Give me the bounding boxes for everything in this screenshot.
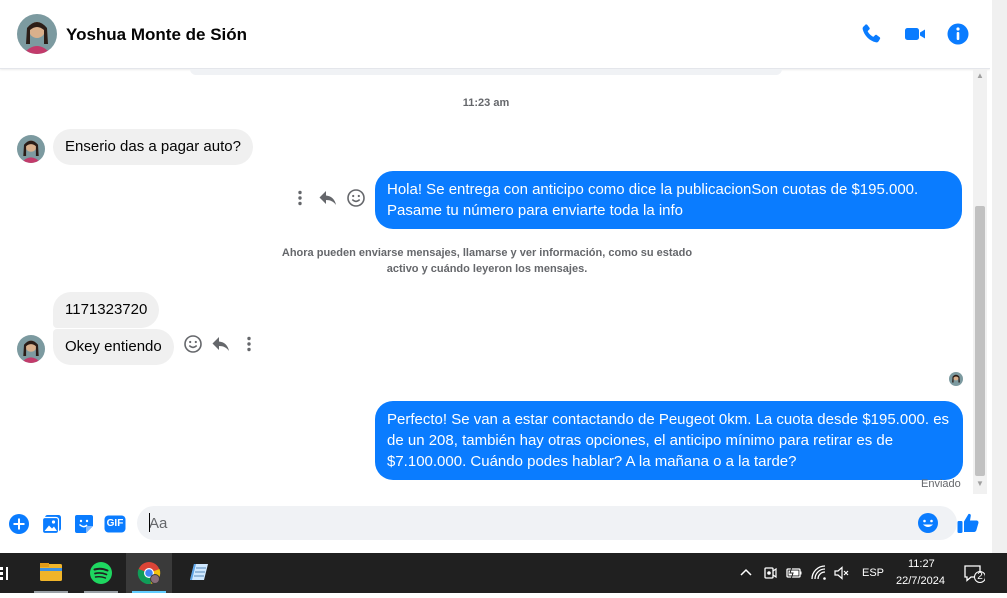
sender-avatar[interactable] (17, 135, 45, 163)
notification-center-icon[interactable]: 2 (963, 563, 986, 583)
message-line: de un 208, también hay otras opciones, e… (387, 432, 894, 449)
show-hidden-icons-chevron-icon[interactable] (737, 564, 755, 582)
video-camera-icon[interactable] (903, 22, 927, 46)
message-line: Hola! Se entrega con anticipo como dice … (387, 181, 919, 198)
previous-content-edge (190, 69, 782, 75)
gif-icon[interactable]: GIF (104, 513, 126, 535)
info-icon[interactable] (946, 22, 970, 46)
notepad-icon[interactable] (175, 553, 221, 593)
emoji-icon[interactable] (917, 512, 939, 534)
message-thread: 11:23 am Enserio das a pagar auto? Hola!… (0, 69, 972, 494)
system-notice-line: activo y cuándo leyeron los mensajes. (386, 263, 588, 275)
scrollbar-thumb[interactable] (975, 206, 985, 476)
incoming-message[interactable]: Enserio das a pagar auto? (53, 129, 253, 165)
conversation-header: Yoshua Monte de Sión (0, 0, 990, 69)
react-emoji-icon[interactable] (346, 188, 366, 208)
outer-scroll-track (992, 0, 1007, 553)
meet-now-icon[interactable] (761, 564, 779, 582)
clock-time[interactable]: 11:27 (908, 558, 935, 570)
message-line: Pasame tu número para enviarte toda la i… (387, 202, 684, 219)
incoming-message[interactable]: Okey entiendo (53, 329, 174, 365)
windows-taskbar: ESP 11:27 22/7/2024 2 (0, 553, 1007, 593)
delivery-status: Enviado (921, 478, 961, 490)
thread-scrollbar[interactable]: ▲ ▼ (973, 69, 987, 494)
incoming-message[interactable]: 1171323720 (53, 292, 160, 328)
message-line: Perfecto! Se van a estar contactando de … (387, 411, 950, 428)
image-icon[interactable] (41, 513, 63, 535)
outgoing-message[interactable]: Perfecto! Se van a estar contactando de … (375, 401, 963, 480)
seen-receipt-avatar (949, 372, 963, 386)
wifi-icon[interactable] (810, 564, 828, 582)
message-line: $7.100.000. Cuándo podes hablar? A la ma… (387, 453, 797, 470)
notification-count: 2 (977, 571, 983, 582)
gif-label: GIF (106, 518, 124, 529)
outgoing-message[interactable]: Hola! Se entrega con anticipo como dice … (375, 171, 962, 229)
text-caret (149, 513, 150, 532)
file-explorer-icon[interactable] (28, 553, 74, 593)
input-language[interactable]: ESP (862, 567, 884, 579)
system-notice: Ahora pueden enviarse mensajes, llamarse… (270, 245, 704, 277)
reply-icon[interactable] (211, 334, 231, 354)
spotify-icon[interactable] (78, 553, 124, 593)
scroll-down-arrow-icon[interactable]: ▼ (973, 479, 987, 491)
contact-name[interactable]: Yoshua Monte de Sión (66, 25, 247, 45)
phone-icon[interactable] (859, 22, 883, 46)
thread-timestamp: 11:23 am (462, 97, 510, 109)
more-options-icon[interactable] (239, 334, 259, 354)
volume-muted-icon[interactable] (833, 564, 851, 582)
chrome-icon[interactable] (126, 553, 172, 593)
thumbs-up-icon[interactable] (956, 511, 980, 535)
clock-date[interactable]: 22/7/2024 (896, 575, 945, 587)
battery-icon[interactable] (785, 564, 803, 582)
sender-avatar[interactable] (17, 335, 45, 363)
system-notice-line: Ahora pueden enviarse mensajes, llamarse… (281, 247, 693, 259)
sticker-icon[interactable] (73, 513, 95, 535)
message-composer: GIF (0, 500, 990, 548)
react-emoji-icon[interactable] (183, 334, 203, 354)
task-view-icon[interactable] (0, 553, 14, 593)
scroll-up-arrow-icon[interactable]: ▲ (973, 71, 987, 83)
plus-icon[interactable] (8, 513, 30, 535)
message-input[interactable] (137, 506, 957, 540)
more-options-icon[interactable] (290, 188, 310, 208)
contact-avatar[interactable] (17, 14, 57, 54)
reply-icon[interactable] (318, 188, 338, 208)
